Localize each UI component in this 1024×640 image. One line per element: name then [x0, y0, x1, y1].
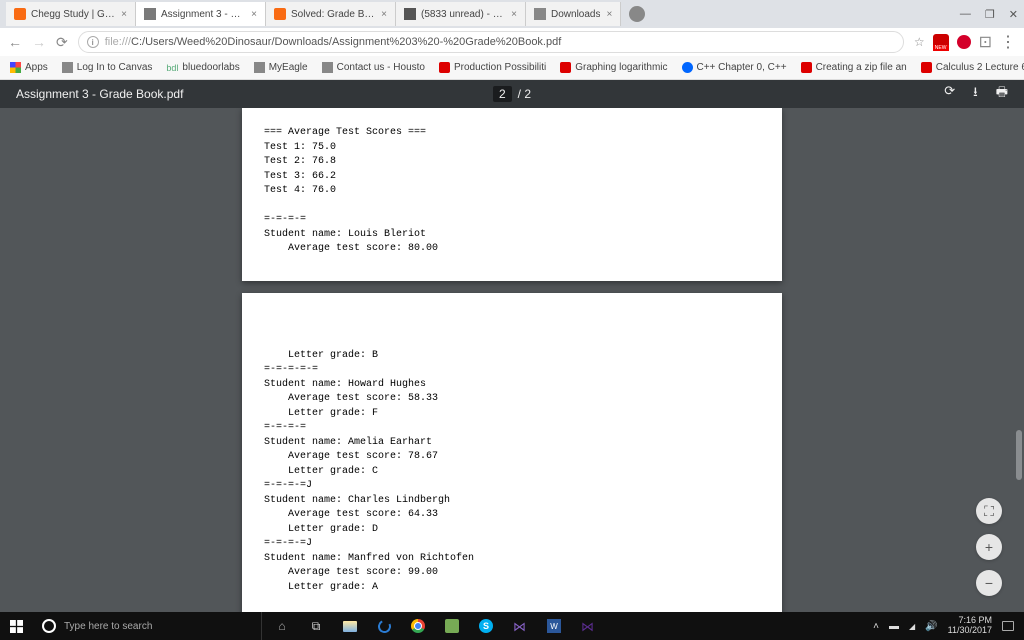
chrome-icon[interactable] [404, 612, 432, 640]
battery-icon[interactable]: ▬ [889, 621, 899, 632]
youtube-icon [560, 62, 571, 73]
output-block-2: Letter grade: B =-=-=-=-= Student name: … [264, 349, 760, 596]
bookmark-zip[interactable]: Creating a zip file an [801, 62, 907, 73]
bookmark-star-icon[interactable]: ☆ [914, 35, 925, 49]
notifications-icon[interactable] [1002, 621, 1014, 631]
page-number[interactable]: 2 [493, 86, 512, 102]
close-icon[interactable]: × [606, 9, 612, 20]
tab-mail[interactable]: (5833 unread) - cudong× [396, 2, 526, 26]
forward-icon[interactable]: → [32, 34, 46, 51]
info-icon[interactable]: i [87, 36, 99, 48]
pdf-viewport: === Average Test Scores === Test 1: 75.0… [0, 108, 1024, 612]
extension-icon[interactable]: ⊡ [979, 32, 992, 52]
pdf-title: Assignment 3 - Grade Book.pdf [16, 87, 347, 101]
close-icon[interactable]: × [511, 9, 517, 20]
zoom-in-button[interactable]: + [976, 534, 1002, 560]
visual-studio-icon[interactable]: ⋈ [506, 612, 534, 640]
task-view-icon[interactable]: ⧉ [302, 612, 330, 640]
scrollbar[interactable] [1016, 110, 1022, 610]
download-icon [534, 8, 546, 20]
hcc-icon [254, 62, 265, 73]
bookmark-calc[interactable]: Calculus 2 Lecture 6 [921, 62, 1024, 73]
url-text: C:/Users/Weed%20Dinosaur/Downloads/Assig… [131, 36, 561, 48]
back-icon[interactable]: ← [8, 34, 22, 51]
cortana-icon [42, 619, 56, 633]
file-explorer-icon[interactable] [336, 612, 364, 640]
profile-avatar[interactable] [629, 6, 645, 22]
tab-downloads[interactable]: Downloads× [526, 2, 621, 26]
tab-chegg[interactable]: Chegg Study | Guided Sc× [6, 2, 136, 26]
browser-tabstrip: Chegg Study | Guided Sc× Assignment 3 - … [0, 0, 1024, 28]
close-icon[interactable]: × [121, 9, 127, 20]
app-icon[interactable] [438, 612, 466, 640]
windows-icon [10, 620, 23, 633]
taskbar-search[interactable]: Type here to search [32, 612, 262, 640]
output-block-1: === Average Test Scores === Test 1: 75.0… [264, 126, 760, 257]
opera-icon[interactable] [957, 35, 971, 49]
windows-taskbar: Type here to search ⌂ ⧉ S ⋈ W ⋈ ˄ ▬ ◢ 🔊 … [0, 612, 1024, 640]
bookmarks-bar: Apps Log In to Canvas bdlbluedoorlabs My… [0, 56, 1024, 80]
fit-page-button[interactable]: ⛶ [976, 498, 1002, 524]
tab-assignment[interactable]: Assignment 3 - Grade Bo× [136, 2, 266, 26]
vscode-icon[interactable]: ⋈ [574, 612, 602, 640]
bookmark-contact[interactable]: Contact us - Housto [322, 62, 425, 73]
hcc-icon [62, 62, 73, 73]
maximize-icon[interactable]: ❐ [985, 8, 995, 21]
youtube-icon [801, 62, 812, 73]
bookmark-cpp[interactable]: C++ Chapter 0, C++ [682, 62, 787, 73]
system-tray: ˄ ▬ ◢ 🔊 7:16 PM 11/30/2017 [863, 616, 1024, 636]
bookmark-graph[interactable]: Graphing logarithmic [560, 62, 667, 73]
skype-icon[interactable]: S [472, 612, 500, 640]
word-icon[interactable]: W [540, 612, 568, 640]
apps-button[interactable]: Apps [10, 62, 48, 73]
mail-icon [404, 8, 416, 20]
pdf-page-2: Letter grade: B =-=-=-=-= Student name: … [242, 293, 782, 613]
mic-icon[interactable]: ⌂ [268, 612, 296, 640]
tray-up-icon[interactable]: ˄ [873, 621, 879, 632]
close-icon[interactable]: × [381, 9, 387, 20]
bdl-icon: bdl [166, 63, 178, 73]
youtube-icon [921, 62, 932, 73]
download-icon[interactable]: ⭳ [973, 83, 978, 105]
wifi-icon[interactable]: ◢ [909, 622, 915, 631]
adblock-icon[interactable] [933, 34, 949, 50]
page-total: / 2 [518, 87, 531, 101]
edge-icon[interactable] [370, 612, 398, 640]
volume-icon[interactable]: 🔊 [925, 621, 937, 632]
minimize-icon[interactable]: — [960, 8, 971, 20]
pdf-page-1-partial: === Average Test Scores === Test 1: 75.0… [242, 108, 782, 281]
close-window-icon[interactable]: ✕ [1009, 8, 1018, 21]
scrollbar-thumb[interactable] [1016, 430, 1022, 480]
chegg-icon [274, 8, 286, 20]
hcc-icon [322, 62, 333, 73]
address-bar[interactable]: i file:///C:/Users/Weed%20Dinosaur/Downl… [78, 31, 904, 53]
reload-icon[interactable]: ⟳ [56, 34, 68, 51]
bookmark-prod[interactable]: Production Possibiliti [439, 62, 546, 73]
taskbar-clock[interactable]: 7:16 PM 11/30/2017 [948, 616, 992, 636]
bookmark-bluedoor[interactable]: bdlbluedoorlabs [166, 62, 239, 73]
quizlet-icon [682, 62, 693, 73]
chegg-icon [14, 8, 26, 20]
pdf-toolbar: Assignment 3 - Grade Book.pdf 2 / 2 ⟳ ⭳ … [0, 80, 1024, 108]
zoom-out-button[interactable]: − [976, 570, 1002, 596]
rotate-icon[interactable]: ⟳ [944, 83, 955, 105]
apps-icon [10, 62, 21, 73]
start-button[interactable] [0, 620, 32, 633]
close-icon[interactable]: × [251, 9, 257, 20]
document-icon [144, 8, 156, 20]
menu-icon[interactable]: ⋮ [1000, 32, 1016, 52]
youtube-icon [439, 62, 450, 73]
bookmark-canvas[interactable]: Log In to Canvas [62, 62, 153, 73]
print-icon[interactable]: 🖶 [996, 83, 1008, 105]
bookmark-myeagle[interactable]: MyEagle [254, 62, 308, 73]
tab-solved[interactable]: Solved: Grade BookA tes× [266, 2, 396, 26]
